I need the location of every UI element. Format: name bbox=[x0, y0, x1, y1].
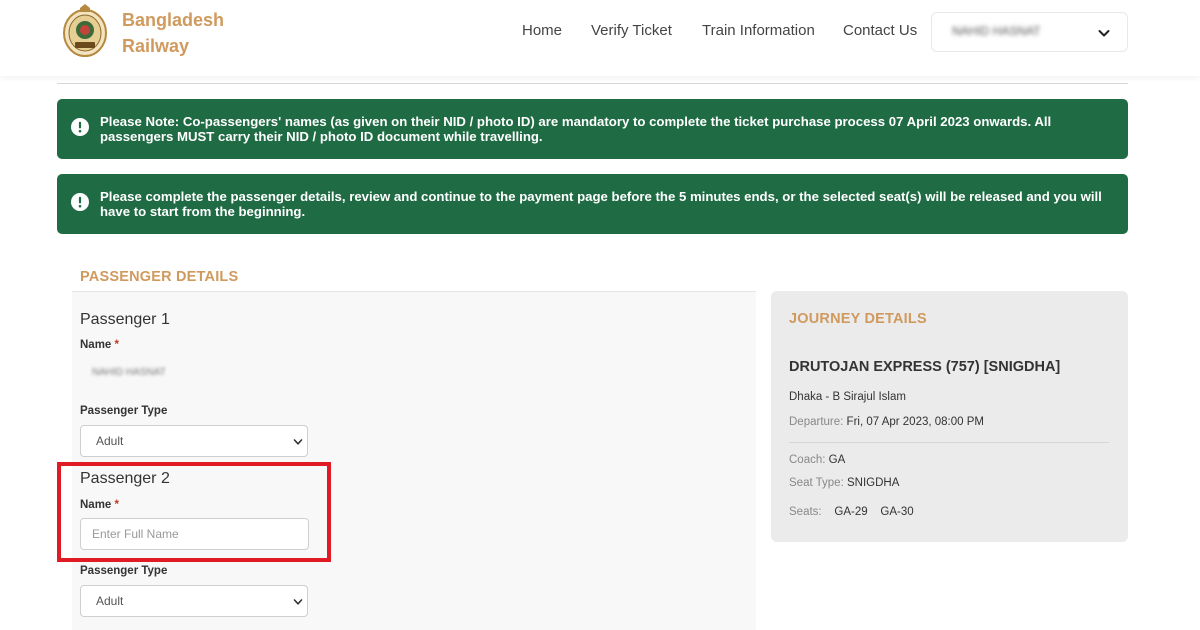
seat-type-row: Seat Type: SNIGDHA bbox=[789, 477, 899, 489]
passenger-2-type-label: Passenger Type bbox=[80, 565, 168, 577]
departure-value: Fri, 07 Apr 2023, 08:00 PM bbox=[846, 416, 984, 428]
passenger-1-name-label: Name * bbox=[80, 339, 119, 351]
seats-row: Seats: GA-29 GA-30 bbox=[789, 506, 914, 518]
departure-label: Departure: bbox=[789, 416, 844, 428]
passenger-1-heading: Passenger 1 bbox=[80, 311, 170, 328]
info-icon bbox=[71, 193, 89, 211]
required-mark: * bbox=[114, 499, 120, 511]
passenger-2-heading: Passenger 2 bbox=[80, 470, 170, 487]
header-divider bbox=[57, 83, 1128, 84]
passenger-details-title: PASSENGER DETAILS bbox=[80, 269, 239, 285]
seat-badge: GA-30 bbox=[880, 506, 914, 518]
label-text: Name bbox=[80, 499, 112, 511]
passenger-1-type-label: Passenger Type bbox=[80, 405, 168, 417]
site-header: Bangladesh Railway Home Verify Ticket Tr… bbox=[0, 0, 1200, 76]
notice-text: Please complete the passenger details, r… bbox=[100, 189, 1102, 219]
passenger-details-panel bbox=[72, 292, 756, 630]
brand-name[interactable]: Bangladesh Railway bbox=[122, 7, 224, 59]
label-text: Name bbox=[80, 339, 112, 351]
brand-line-1: Bangladesh bbox=[122, 10, 225, 30]
info-icon bbox=[71, 118, 89, 136]
nav-verify-ticket[interactable]: Verify Ticket bbox=[591, 22, 672, 39]
passenger-2-name-input[interactable] bbox=[80, 518, 309, 550]
section-divider bbox=[72, 291, 756, 292]
chevron-down-icon bbox=[293, 439, 303, 445]
departure-row: Departure: Fri, 07 Apr 2023, 08:00 PM bbox=[789, 416, 984, 428]
train-name: DRUTOJAN EXPRESS (757) [SNIGDHA] bbox=[789, 359, 1061, 375]
passenger-1-type-select[interactable]: Adult bbox=[80, 425, 308, 457]
notice-co-passenger-names: Please Note: Co-passengers' names (as gi… bbox=[57, 99, 1128, 159]
journey-divider bbox=[789, 442, 1109, 443]
coach-row: Coach: GA bbox=[789, 454, 845, 466]
brand-line-2: Railway bbox=[122, 36, 190, 56]
notice-text: Please Note: Co-passengers' names (as gi… bbox=[100, 114, 1052, 144]
selected-value: Adult bbox=[96, 594, 124, 608]
nav-contact-us[interactable]: Contact Us bbox=[843, 22, 917, 39]
railway-logo-icon[interactable] bbox=[62, 4, 108, 58]
seat-type-label: Seat Type: bbox=[789, 477, 844, 489]
journey-details-panel: JOURNEY DETAILS DRUTOJAN EXPRESS (757) [… bbox=[771, 291, 1128, 542]
nav-home[interactable]: Home bbox=[522, 22, 562, 39]
selected-value: Adult bbox=[96, 434, 124, 448]
passenger-1-name-value: NAHID HASNAT bbox=[92, 367, 166, 378]
chevron-down-icon bbox=[293, 599, 303, 605]
user-menu-dropdown[interactable]: NAHID HASNAT bbox=[931, 12, 1128, 52]
seat-badge: GA-29 bbox=[834, 506, 868, 518]
passenger-2-name-label: Name * bbox=[80, 499, 119, 511]
seat-type-value: SNIGDHA bbox=[846, 477, 900, 489]
passenger-2-type-select[interactable]: Adult bbox=[80, 585, 308, 617]
chevron-down-icon bbox=[1098, 30, 1110, 37]
route: Dhaka - B Sirajul Islam bbox=[789, 391, 906, 403]
required-mark: * bbox=[114, 339, 120, 351]
purchase-page: Bangladesh Railway Home Verify Ticket Tr… bbox=[0, 0, 1200, 630]
coach-label: Coach: bbox=[789, 454, 826, 466]
notice-time-limit: Please complete the passenger details, r… bbox=[57, 174, 1128, 234]
seats-label: Seats: bbox=[789, 506, 822, 518]
nav-train-information[interactable]: Train Information bbox=[702, 22, 815, 39]
coach-value: GA bbox=[828, 454, 846, 466]
journey-details-title: JOURNEY DETAILS bbox=[789, 311, 927, 327]
user-name: NAHID HASNAT bbox=[952, 24, 1041, 38]
